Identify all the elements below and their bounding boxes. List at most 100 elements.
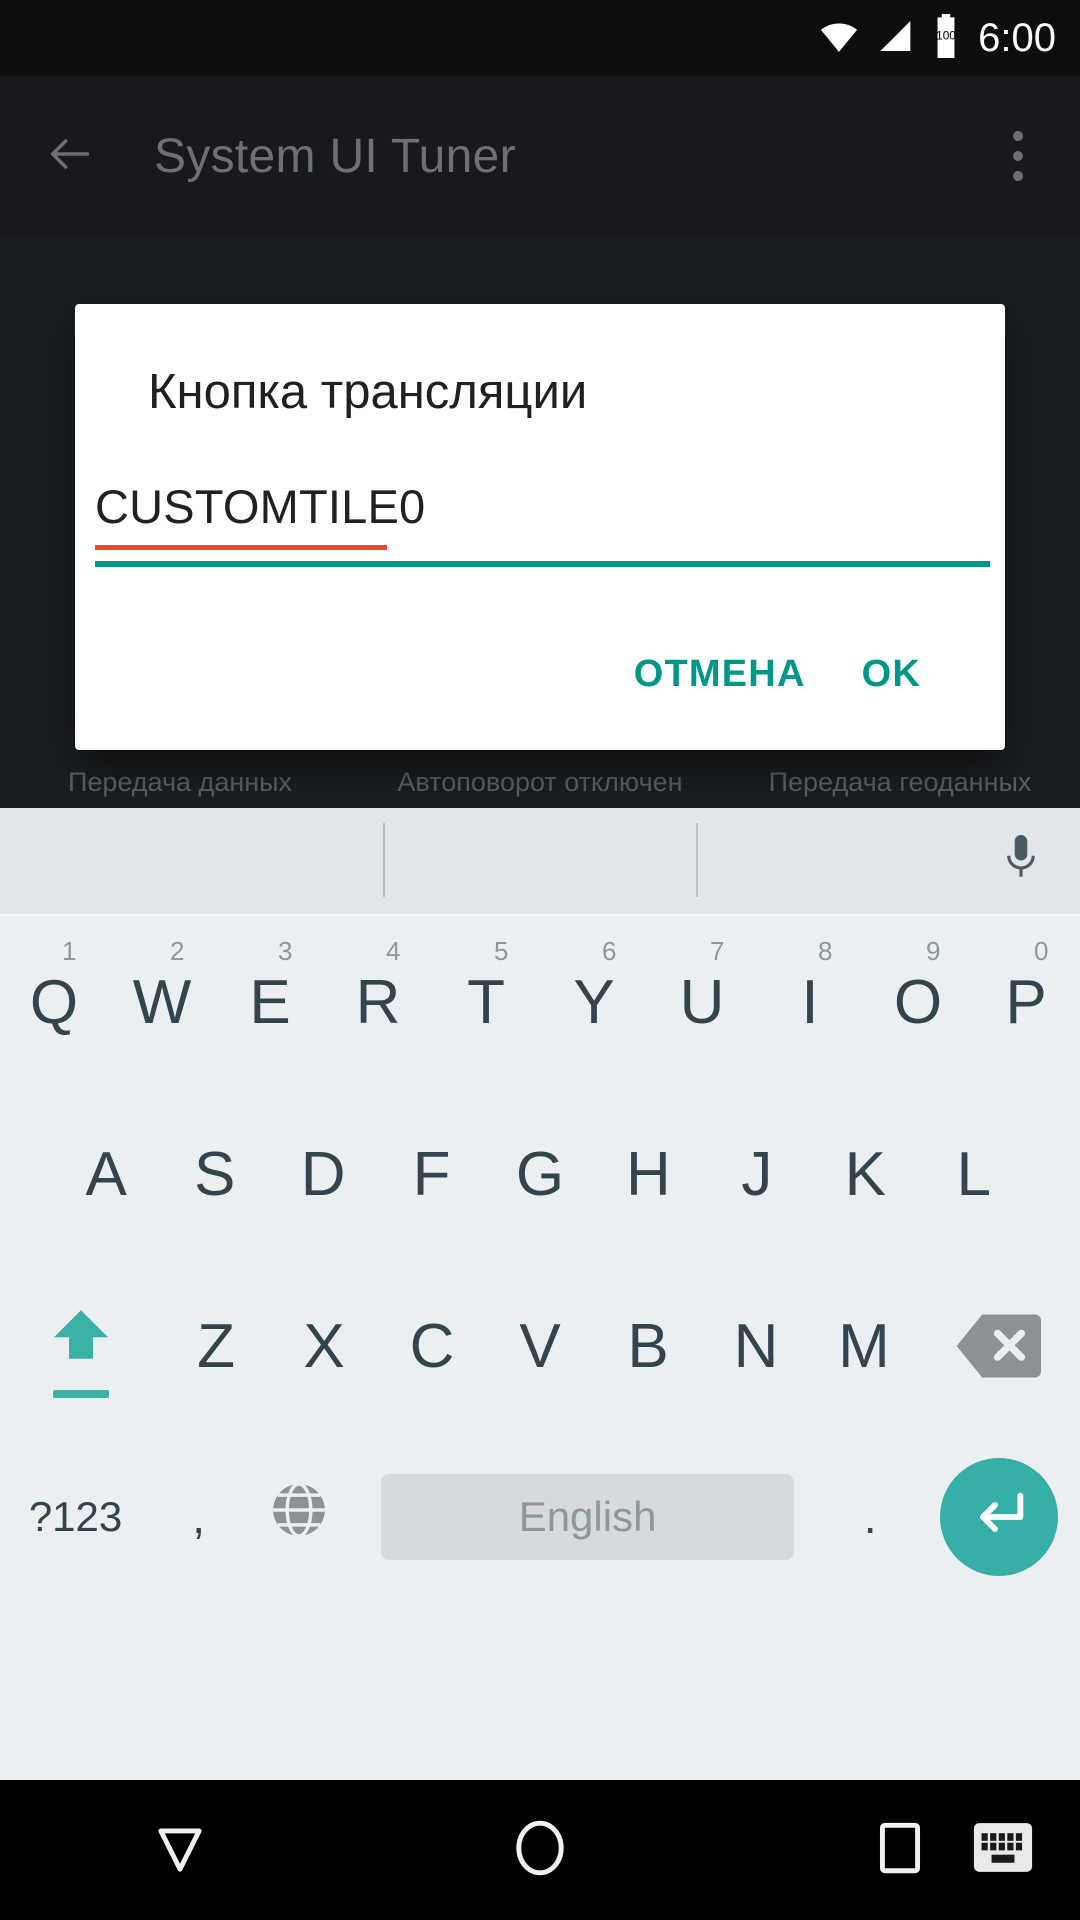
hide-keyboard-icon xyxy=(972,1823,1034,1879)
onscreen-keyboard: 1 Q 2 W 3 E 4 R 5 T 6 Y 7 U 8 I 9 O 0 P … xyxy=(0,808,1080,1780)
key-a[interactable]: A xyxy=(52,1088,160,1260)
key-hint-number: 0 xyxy=(1034,936,1049,966)
key-f[interactable]: F xyxy=(377,1088,485,1260)
key-k[interactable]: K xyxy=(811,1088,919,1260)
caps-lock-indicator xyxy=(53,1390,109,1398)
cancel-button[interactable]: ОТМЕНА xyxy=(606,635,834,714)
enter-key[interactable] xyxy=(918,1432,1080,1602)
symbols-key[interactable]: ?123 xyxy=(0,1432,151,1602)
key-label: Q xyxy=(29,967,79,1037)
key-label: Z xyxy=(197,1311,235,1381)
key-hint-number: 9 xyxy=(926,936,941,966)
key-hint-number: 8 xyxy=(818,936,833,966)
space-key-label: English xyxy=(380,1474,795,1560)
key-b[interactable]: B xyxy=(594,1260,702,1432)
nav-home-button[interactable] xyxy=(360,1780,720,1920)
suggestion-divider xyxy=(696,823,698,897)
dialog-title: Кнопка трансляции xyxy=(148,365,588,419)
key-u[interactable]: 7 U xyxy=(648,916,756,1088)
key-label: N xyxy=(733,1311,779,1381)
nav-back-button[interactable] xyxy=(0,1780,360,1920)
hide-keyboard-button[interactable] xyxy=(972,1821,1034,1880)
key-label: . xyxy=(863,1491,877,1543)
key-label: S xyxy=(193,1139,236,1209)
key-x[interactable]: X xyxy=(270,1260,378,1432)
keyboard-row-3: Z X C V B N M xyxy=(0,1260,1080,1432)
spellcheck-underline xyxy=(95,545,387,550)
key-hint-number: 1 xyxy=(62,936,77,966)
key-label: U xyxy=(679,967,725,1037)
tile-name-input-wrapper[interactable]: CUSTOMTILE0 xyxy=(75,479,1005,569)
tile-name-input[interactable]: CUSTOMTILE0 xyxy=(95,479,425,534)
key-label: D xyxy=(300,1139,346,1209)
key-r[interactable]: 4 R xyxy=(324,916,432,1088)
key-label: K xyxy=(844,1139,886,1209)
key-hint-number: 2 xyxy=(170,936,185,966)
key-label: B xyxy=(627,1311,669,1381)
key-label: E xyxy=(249,967,291,1037)
key-hint-number: 4 xyxy=(386,936,401,966)
key-hint-number: 3 xyxy=(278,936,293,966)
key-hint-number: 7 xyxy=(710,936,725,966)
enter-key-icon xyxy=(939,1458,1058,1576)
key-hint-number: 5 xyxy=(494,936,509,966)
key-p[interactable]: 0 P xyxy=(972,916,1080,1088)
key-o[interactable]: 9 O xyxy=(864,916,972,1088)
suggestion-divider xyxy=(383,823,385,897)
key-label: G xyxy=(515,1139,565,1209)
microphone-icon[interactable] xyxy=(1000,830,1042,893)
key-e[interactable]: 3 E xyxy=(216,916,324,1088)
suggestion-strip[interactable] xyxy=(0,808,1080,916)
key-label: C xyxy=(409,1311,455,1381)
period-key[interactable]: . xyxy=(823,1432,918,1602)
edit-tile-dialog: Кнопка трансляции CUSTOMTILE0 ОТМЕНА OK xyxy=(75,304,1005,750)
key-label: F xyxy=(412,1139,451,1209)
key-label: , xyxy=(192,1491,206,1543)
key-label: ?123 xyxy=(28,1493,123,1540)
language-globe-icon xyxy=(266,1477,332,1558)
space-key[interactable]: English xyxy=(353,1432,823,1602)
keyboard-row-1: 1 Q 2 W 3 E 4 R 5 T 6 Y 7 U 8 I 9 O 0 P xyxy=(0,916,1080,1088)
key-label: M xyxy=(838,1311,890,1381)
nav-back-down-icon xyxy=(147,1817,213,1884)
key-label: R xyxy=(355,967,401,1037)
navigation-bar xyxy=(0,1780,1080,1920)
shift-caps-lock-icon xyxy=(45,1301,117,1392)
dialog-button-bar: ОТМЕНА OK xyxy=(606,635,1005,714)
key-v[interactable]: V xyxy=(486,1260,594,1432)
key-l[interactable]: L xyxy=(920,1088,1028,1260)
key-y[interactable]: 6 Y xyxy=(540,916,648,1088)
key-i[interactable]: 8 I xyxy=(756,916,864,1088)
key-z[interactable]: Z xyxy=(162,1260,270,1432)
key-label: H xyxy=(626,1139,671,1209)
backspace-icon xyxy=(953,1300,1045,1392)
key-q[interactable]: 1 Q xyxy=(0,916,108,1088)
android-screen: 100 6:00 System UI Tuner Передача данных… xyxy=(0,0,1080,1920)
backspace-key[interactable] xyxy=(918,1260,1080,1432)
keyboard-row-2: A S D F G H J K L xyxy=(0,1088,1080,1260)
key-g[interactable]: G xyxy=(486,1088,594,1260)
key-label: X xyxy=(303,1311,345,1381)
key-n[interactable]: N xyxy=(702,1260,810,1432)
language-switch-key[interactable] xyxy=(246,1432,352,1602)
key-label: O xyxy=(893,967,943,1037)
key-w[interactable]: 2 W xyxy=(108,916,216,1088)
key-d[interactable]: D xyxy=(269,1088,377,1260)
ok-button[interactable]: OK xyxy=(834,635,949,714)
key-label: L xyxy=(956,1139,991,1209)
key-hint-number: 6 xyxy=(602,936,617,966)
key-h[interactable]: H xyxy=(594,1088,702,1260)
key-j[interactable]: J xyxy=(703,1088,811,1260)
key-t[interactable]: 5 T xyxy=(432,916,540,1088)
comma-key[interactable]: , xyxy=(151,1432,246,1602)
key-m[interactable]: M xyxy=(810,1260,918,1432)
key-c[interactable]: C xyxy=(378,1260,486,1432)
keyboard-row-4: ?123 , English . xyxy=(0,1432,1080,1602)
nav-home-icon xyxy=(511,1817,569,1884)
shift-key[interactable] xyxy=(0,1260,162,1432)
key-s[interactable]: S xyxy=(160,1088,268,1260)
key-label: V xyxy=(519,1311,561,1381)
key-label: T xyxy=(467,967,505,1037)
key-label: W xyxy=(132,967,192,1037)
key-label: P xyxy=(1005,967,1047,1037)
